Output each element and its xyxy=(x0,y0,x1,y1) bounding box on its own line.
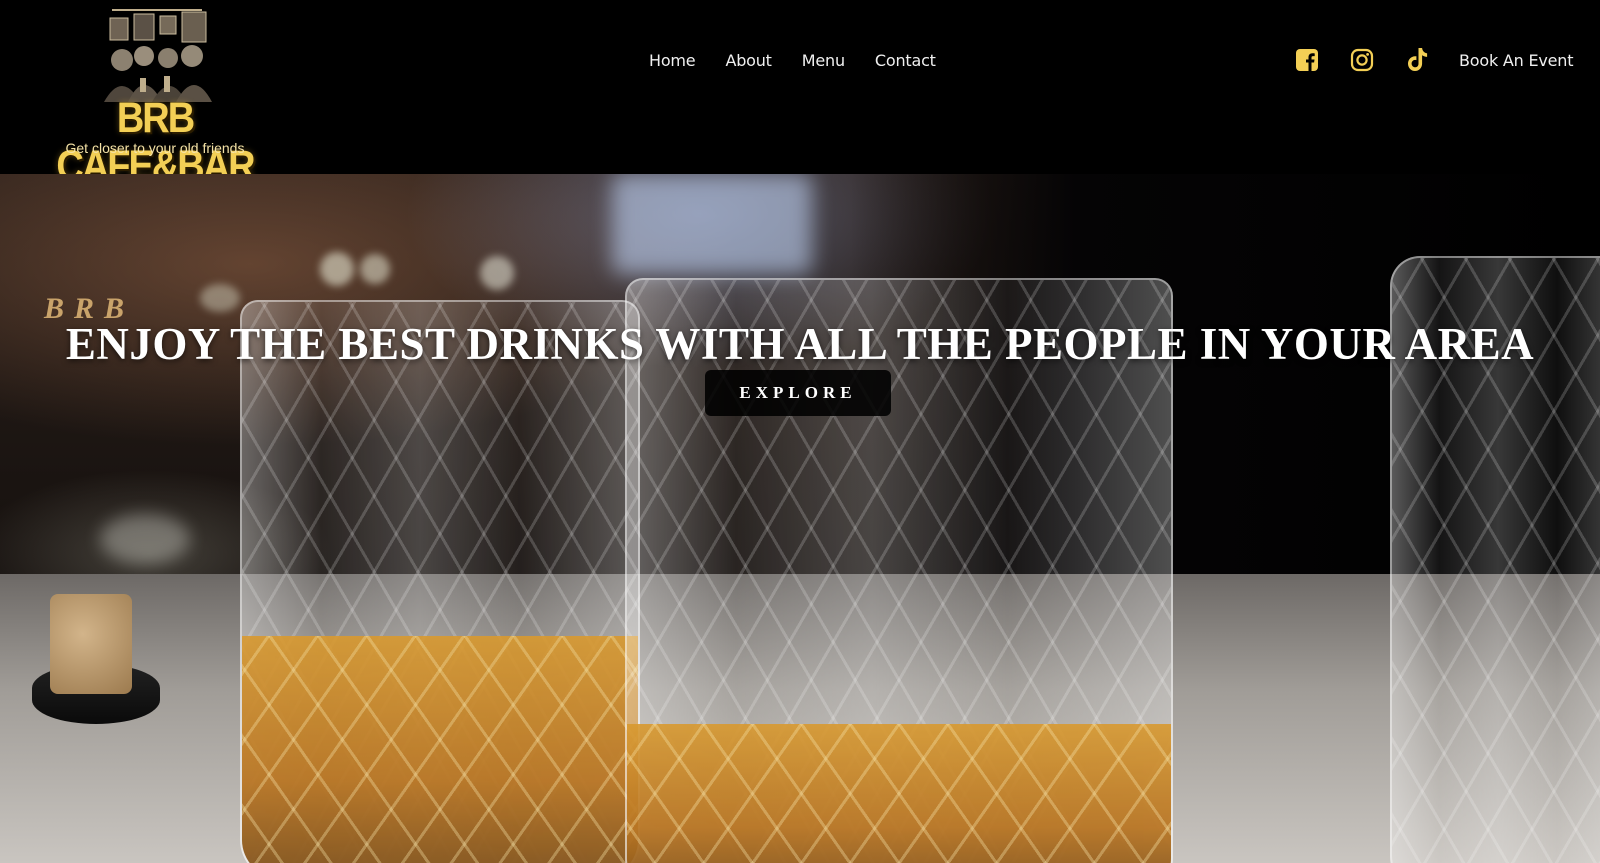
bokeh-light xyxy=(320,252,354,286)
bokeh-light xyxy=(200,284,240,312)
tiktok-icon[interactable] xyxy=(1404,47,1430,73)
instagram-icon[interactable] xyxy=(1349,47,1375,73)
whisky-glass xyxy=(240,300,640,863)
cork xyxy=(50,594,132,694)
nav-about[interactable]: About xyxy=(725,51,772,70)
main-nav: Home About Menu Contact xyxy=(649,51,936,70)
social-links xyxy=(1294,47,1430,73)
bokeh-light xyxy=(612,174,812,274)
hero-title: ENJOY THE BEST DRINKS WITH ALL THE PEOPL… xyxy=(65,319,1535,369)
bokeh-light xyxy=(480,256,514,290)
logo-tagline: Get closer to your old friends xyxy=(65,140,245,156)
explore-button[interactable]: EXPLORE xyxy=(705,370,891,416)
whisky-liquid xyxy=(242,636,638,863)
logo-illustration xyxy=(82,4,232,102)
hero-section: BRB ENJOY THE BEST DRINKS WITH ALL THE P… xyxy=(0,174,1600,863)
nav-menu[interactable]: Menu xyxy=(802,51,845,70)
nav-home[interactable]: Home xyxy=(649,51,696,70)
whisky-liquid xyxy=(627,723,1171,863)
facebook-icon[interactable] xyxy=(1294,47,1320,73)
bokeh-light xyxy=(360,254,390,284)
book-event-link[interactable]: Book An Event xyxy=(1459,51,1574,70)
bokeh-light xyxy=(100,514,190,564)
site-header: BRB CAFE&BAR Get closer to your old frie… xyxy=(0,0,1600,190)
nav-contact[interactable]: Contact xyxy=(875,51,936,70)
site-logo[interactable]: BRB CAFE&BAR Get closer to your old frie… xyxy=(40,4,270,190)
